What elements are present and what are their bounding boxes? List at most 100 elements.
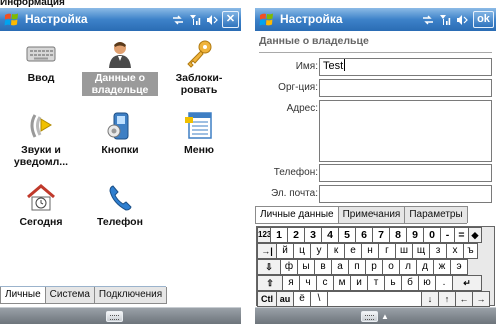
tab-options[interactable]: Параметры — [404, 206, 468, 223]
volume-icon[interactable] — [206, 14, 218, 26]
menu-bar: ▲ — [255, 307, 496, 324]
name-field[interactable]: Test — [319, 58, 492, 76]
menu-bar — [0, 307, 241, 324]
key[interactable]: 2 — [287, 227, 305, 243]
item-lock[interactable]: Заблоки-ровать — [160, 37, 238, 99]
key-tab[interactable]: →| — [257, 243, 277, 259]
key[interactable]: 5 — [338, 227, 356, 243]
key[interactable]: т — [367, 275, 385, 291]
key[interactable]: 8 — [389, 227, 407, 243]
key[interactable]: щ — [412, 243, 430, 259]
connectivity-icon[interactable] — [422, 14, 434, 26]
key[interactable]: б — [401, 275, 419, 291]
lock-key-icon — [187, 40, 212, 68]
signal-icon[interactable] — [439, 14, 451, 26]
connectivity-icon[interactable] — [172, 14, 184, 26]
key[interactable]: н — [361, 243, 379, 259]
key-shift[interactable]: ⇧ — [257, 275, 283, 291]
key[interactable]: 4 — [321, 227, 339, 243]
key[interactable]: о — [382, 259, 400, 275]
key[interactable]: в — [314, 259, 332, 275]
key[interactable]: м — [333, 275, 351, 291]
item-today[interactable]: Сегодня — [2, 181, 80, 243]
tab-system[interactable]: Система — [44, 287, 95, 304]
window-title: Настройка — [280, 12, 343, 26]
key[interactable]: ы — [297, 259, 315, 275]
key[interactable]: п — [348, 259, 366, 275]
key[interactable]: я — [282, 275, 300, 291]
key[interactable]: 3 — [304, 227, 322, 243]
key[interactable]: й — [276, 243, 294, 259]
key[interactable]: 0 — [423, 227, 441, 243]
windows-start-icon[interactable] — [3, 11, 20, 28]
input-menu-arrow-icon[interactable]: ▲ — [381, 312, 390, 321]
item-input[interactable]: Ввод — [2, 37, 80, 99]
item-buttons[interactable]: Кнопки — [81, 109, 159, 171]
tab-notes[interactable]: Примечания — [337, 206, 406, 223]
address-field[interactable] — [319, 100, 492, 162]
key-au[interactable]: au — [276, 291, 294, 307]
key[interactable]: с — [316, 275, 334, 291]
key[interactable]: \ — [310, 291, 328, 307]
key[interactable]: - — [440, 227, 455, 243]
keyboard-row-3: ⇩ ф ы в а п р о л д ж э — [257, 259, 468, 275]
key[interactable]: и — [350, 275, 368, 291]
key[interactable]: г — [378, 243, 396, 259]
divider — [259, 52, 492, 53]
tab-connections[interactable]: Подключения — [93, 287, 168, 304]
key[interactable]: 7 — [372, 227, 390, 243]
key[interactable]: д — [416, 259, 434, 275]
key[interactable]: 6 — [355, 227, 373, 243]
key[interactable]: л — [399, 259, 417, 275]
key-backspace[interactable]: ◆ — [468, 227, 482, 243]
key[interactable]: ё — [293, 291, 311, 307]
volume-icon[interactable] — [456, 14, 468, 26]
key[interactable]: е — [344, 243, 362, 259]
key[interactable]: ъ — [463, 243, 478, 259]
item-owner-info[interactable]: Данные о владельце — [81, 37, 159, 99]
signal-icon[interactable] — [189, 14, 201, 26]
key-numeric[interactable]: 123 — [257, 227, 271, 243]
key[interactable]: = — [454, 227, 469, 243]
key[interactable]: х — [446, 243, 464, 259]
tab-personal[interactable]: Личные — [0, 287, 46, 304]
keyboard-toggle-icon[interactable] — [106, 311, 123, 322]
key[interactable]: з — [429, 243, 447, 259]
buttons-icon — [107, 112, 129, 140]
keyboard-row-1: 123 1 2 3 4 5 6 7 8 9 0 - = ◆ — [257, 227, 482, 243]
key-enter[interactable]: ↵ — [452, 275, 482, 291]
key[interactable]: ф — [280, 259, 298, 275]
key[interactable]: а — [331, 259, 349, 275]
key[interactable]: ю — [418, 275, 436, 291]
windows-start-icon[interactable] — [258, 11, 275, 28]
key[interactable]: э — [450, 259, 468, 275]
key-down[interactable]: ↓ — [421, 291, 439, 307]
key-right[interactable]: → — [472, 291, 490, 307]
key[interactable]: ж — [433, 259, 451, 275]
keyboard-toggle-icon[interactable] — [361, 311, 378, 322]
key-ctrl[interactable]: Ctl — [257, 291, 277, 307]
key[interactable]: ц — [293, 243, 311, 259]
key-left[interactable]: ← — [455, 291, 473, 307]
org-field[interactable] — [319, 79, 492, 97]
key[interactable]: ь — [384, 275, 402, 291]
close-button[interactable]: ✕ — [222, 11, 239, 28]
item-menu[interactable]: Меню — [160, 109, 238, 171]
key[interactable]: к — [327, 243, 345, 259]
key-up[interactable]: ↑ — [438, 291, 456, 307]
key[interactable]: у — [310, 243, 328, 259]
key[interactable]: ш — [395, 243, 413, 259]
key[interactable]: . — [435, 275, 453, 291]
key[interactable]: 1 — [270, 227, 288, 243]
item-sounds[interactable]: Звуки и уведомл... — [2, 109, 80, 171]
key[interactable]: ч — [299, 275, 317, 291]
ok-button[interactable]: ok — [473, 11, 494, 28]
key-space[interactable] — [327, 291, 422, 307]
tab-personal-data[interactable]: Личные данные — [255, 206, 339, 223]
email-field[interactable] — [319, 185, 492, 203]
phone-field[interactable] — [319, 164, 492, 182]
key[interactable]: р — [365, 259, 383, 275]
key-caps[interactable]: ⇩ — [257, 259, 281, 275]
item-phone[interactable]: Телефон — [81, 181, 159, 243]
key[interactable]: 9 — [406, 227, 424, 243]
